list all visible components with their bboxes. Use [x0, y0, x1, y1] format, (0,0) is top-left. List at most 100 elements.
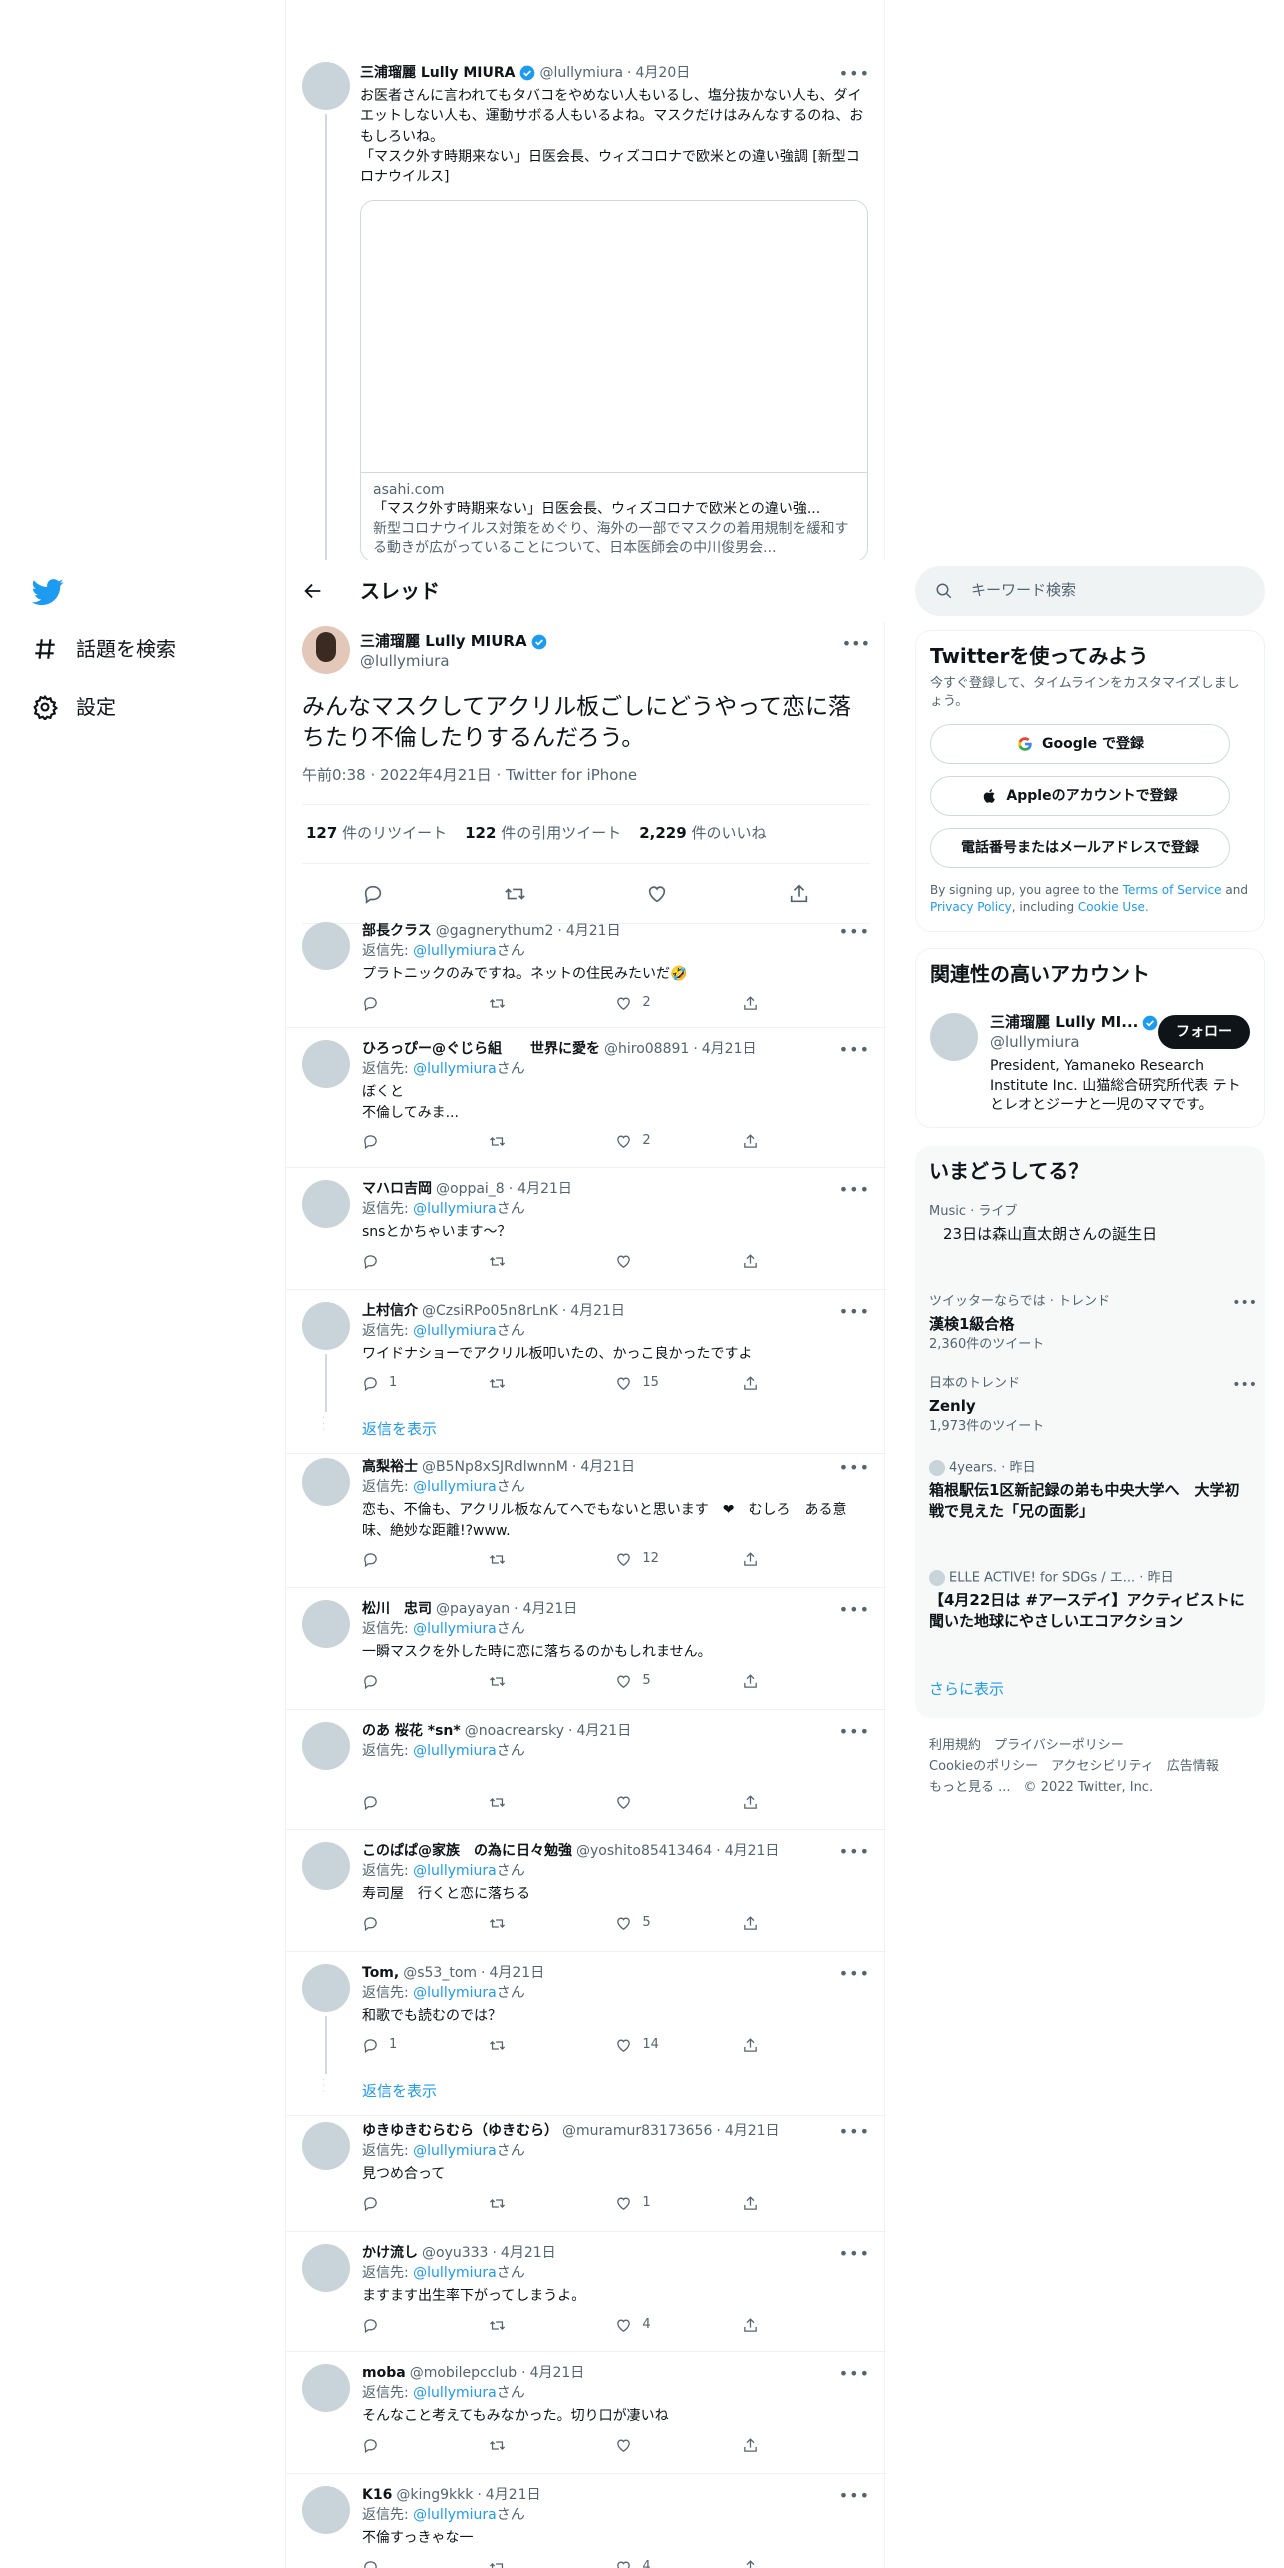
author-handle[interactable]: @yoshito85413464 — [576, 1842, 712, 1860]
show-replies-link[interactable]: 返信を表示 — [362, 1420, 437, 1440]
retweet-icon[interactable] — [489, 1673, 506, 1690]
share-icon[interactable] — [742, 1915, 759, 1932]
like-icon[interactable] — [615, 995, 632, 1012]
retweet-icon[interactable] — [489, 1253, 506, 1270]
reply-to-handle[interactable]: @lullymiura — [413, 1323, 497, 1339]
reply-tweet[interactable]: ••• このぱぱ@家族 の為に日々勉強 @yoshito85413464 · 4月21… — [286, 1830, 886, 1952]
like-icon[interactable] — [615, 1915, 632, 1932]
reply-to-handle[interactable]: @lullymiura — [413, 1201, 497, 1217]
trend-item[interactable]: ELLE ACTIVE! for SDGs / エ... · 昨日 【4月22日… — [929, 1570, 1249, 1631]
reply-icon[interactable] — [362, 1375, 379, 1392]
reply-to-handle[interactable]: @lullymiura — [413, 1621, 497, 1637]
footer-privacy[interactable]: プライバシーポリシー — [994, 1738, 1124, 1753]
reply-icon[interactable] — [362, 1551, 379, 1568]
avatar[interactable] — [302, 922, 350, 970]
more-icon[interactable]: ••• — [1232, 1294, 1257, 1312]
related-name[interactable]: 三浦瑠麗 Lully MI... — [990, 1013, 1138, 1033]
footer-more[interactable]: もっと見る ... — [929, 1780, 1011, 1795]
avatar[interactable] — [302, 1458, 350, 1506]
share-icon[interactable] — [742, 2437, 759, 2454]
author-name[interactable]: 松川 忠司 — [362, 1600, 432, 1618]
avatar[interactable] — [302, 1040, 350, 1088]
reply-icon[interactable] — [362, 1794, 379, 1811]
tweet-date[interactable]: 4月21日 — [489, 1964, 544, 1982]
author-handle[interactable]: @oyu333 — [422, 2244, 488, 2262]
reply-tweet[interactable]: ••• 部長クラス @gagnerythum2 · 4月21日 返信先: @lullym… — [286, 910, 886, 1028]
tweet-timestamp[interactable]: 午前0:38 · 2022年4月21日 · Twitter for iPhone — [302, 766, 637, 786]
tweet-date[interactable]: 4月21日 — [576, 1722, 631, 1740]
reply-tweet[interactable]: ••• かけ流し @oyu333 · 4月21日 返信先: @lullymiuraさんま… — [286, 2232, 886, 2352]
share-icon[interactable] — [742, 1794, 759, 1811]
footer-cookie[interactable]: Cookieのポリシー — [929, 1759, 1038, 1774]
reply-to-handle[interactable]: @lullymiura — [413, 1743, 497, 1759]
like-icon[interactable] — [615, 1375, 632, 1392]
like-icon[interactable] — [615, 1794, 632, 1811]
author-name[interactable]: 三浦瑠麗 Lully MIURA — [360, 64, 515, 82]
tweet-date[interactable]: 4月21日 — [725, 1842, 780, 1860]
reply-tweet[interactable]: ••• 上村信介 @CzsiRPo05n8rLnK · 4月21日 返信先: @lull… — [286, 1290, 886, 1454]
retweet-icon[interactable] — [489, 1551, 506, 1568]
share-icon[interactable] — [742, 1673, 759, 1690]
reply-icon[interactable] — [362, 1915, 379, 1932]
avatar[interactable] — [302, 1600, 350, 1648]
author-name[interactable]: のあ 桜花 *sn* — [362, 1722, 461, 1740]
share-icon[interactable] — [742, 1375, 759, 1392]
like-icon[interactable] — [615, 2437, 632, 2454]
avatar[interactable] — [302, 62, 350, 110]
reply-icon[interactable] — [362, 1133, 379, 1150]
avatar[interactable] — [302, 1180, 350, 1228]
retweet-icon[interactable] — [489, 995, 506, 1012]
share-icon[interactable] — [742, 2037, 759, 2054]
author-handle[interactable]: @gagnerythum2 — [436, 922, 554, 940]
privacy-link[interactable]: Privacy Policy — [930, 900, 1012, 914]
retweet-icon[interactable] — [489, 1794, 506, 1811]
like-icon[interactable] — [615, 2037, 632, 2054]
twitter-logo-icon[interactable] — [32, 576, 64, 608]
nav-explore[interactable]: 話題を検索 — [32, 636, 176, 662]
reply-tweet[interactable]: ••• ゆきゆきむらむら（ゆきむら） @muramur83173656 · 4月21日… — [286, 2110, 886, 2232]
search-input[interactable]: キーワード検索 — [915, 566, 1265, 616]
tweet-date[interactable]: 4月21日 — [501, 2244, 556, 2262]
author-handle[interactable]: @oppai_8 — [436, 1180, 505, 1198]
more-icon[interactable]: ••• — [842, 634, 870, 655]
like-icon[interactable] — [615, 1133, 632, 1150]
author-name[interactable]: K16 — [362, 2486, 392, 2504]
avatar[interactable] — [302, 2486, 350, 2534]
avatar[interactable] — [302, 1842, 350, 1890]
back-arrow-icon[interactable] — [302, 580, 324, 602]
avatar[interactable] — [302, 1722, 350, 1770]
show-replies-link[interactable]: 返信を表示 — [362, 2082, 437, 2102]
author-handle[interactable]: @CzsiRPo05n8rLnK — [422, 1302, 558, 1320]
retweet-icon[interactable] — [489, 2195, 506, 2212]
author-handle[interactable]: @mobilepcclub — [410, 2364, 517, 2382]
retweet-icon[interactable] — [489, 2037, 506, 2054]
author-handle[interactable]: @muramur83173656 — [562, 2122, 712, 2140]
reply-icon[interactable] — [362, 2317, 379, 2334]
author-handle[interactable]: @s53_tom — [403, 1964, 477, 1982]
like-icon[interactable] — [615, 1253, 632, 1270]
tweet-date[interactable]: 4月21日 — [702, 1040, 757, 1058]
avatar[interactable] — [930, 1013, 978, 1061]
retweet-icon[interactable] — [489, 1375, 506, 1392]
share-icon[interactable] — [742, 2317, 759, 2334]
reply-to-handle[interactable]: @lullymiura — [413, 1863, 497, 1879]
author-handle[interactable]: @king9kkk — [396, 2486, 473, 2504]
avatar[interactable] — [302, 626, 350, 674]
reply-icon[interactable] — [362, 2037, 379, 2054]
apple-signup-button[interactable]: Appleのアカウントで登録 — [930, 776, 1230, 817]
tweet-date[interactable]: 4月21日 — [566, 922, 621, 940]
reply-tweet[interactable]: ••• moba @mobilepcclub · 4月21日 返信先: @lullymi… — [286, 2352, 886, 2474]
author-name[interactable]: 三浦瑠麗 Lully MIURA — [360, 632, 527, 652]
show-more-link[interactable]: さらに表示 — [929, 1680, 1004, 1700]
author-handle[interactable]: @noacrearsky — [465, 1722, 564, 1740]
author-name[interactable]: このぱぱ@家族 の為に日々勉強 — [362, 1842, 572, 1860]
author-handle[interactable]: @payayan — [436, 1600, 510, 1618]
share-icon[interactable] — [742, 1133, 759, 1150]
tweet-date[interactable]: 4月21日 — [725, 2122, 780, 2140]
author-name[interactable]: ひろっぴー@ぐじら組 世界に愛を — [362, 1040, 600, 1058]
reply-to-handle[interactable]: @lullymiura — [413, 2385, 497, 2401]
author-name[interactable]: Tom, — [362, 1964, 399, 1982]
avatar[interactable] — [302, 1964, 350, 2012]
author-name[interactable]: かけ流し — [362, 2244, 418, 2262]
retweet-stat[interactable]: 127 件のリツイート — [306, 824, 447, 844]
